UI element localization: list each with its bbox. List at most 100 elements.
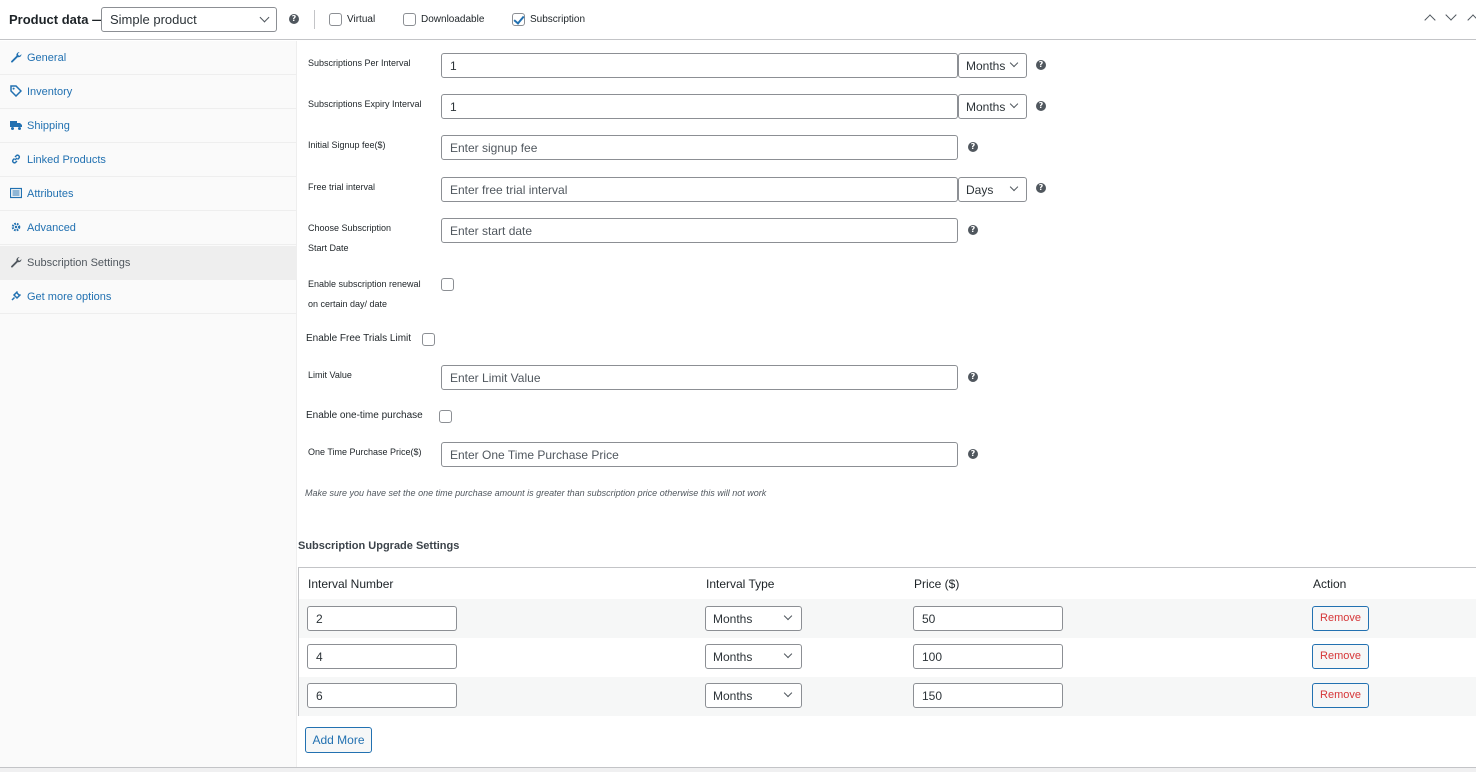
free-trial-unit-select[interactable]: Days — [958, 177, 1027, 202]
tab-general[interactable]: General — [0, 41, 296, 75]
product-data-header: Product data — Simple product ? Virtual … — [0, 0, 1476, 40]
chevron-down-icon — [1009, 182, 1019, 192]
remove-button[interactable]: Remove — [1312, 644, 1369, 669]
product-data-title: Product data — — [9, 12, 106, 27]
free-trials-limit-checkbox[interactable] — [422, 333, 435, 346]
header-divider — [314, 10, 315, 29]
renewal-label-line2: on certain day/ date — [308, 299, 388, 309]
help-icon[interactable]: ? — [1036, 101, 1046, 111]
help-icon[interactable]: ? — [1036, 183, 1046, 193]
list-icon — [10, 187, 22, 199]
interval-number-input[interactable]: 2 — [307, 606, 457, 631]
product-type-value: Simple product — [110, 12, 197, 27]
expiry-interval-label: Subscriptions Expiry Interval — [308, 99, 422, 109]
col-price: Price ($) — [914, 577, 960, 591]
chevron-down-icon — [259, 12, 270, 23]
help-icon[interactable]: ? — [1036, 60, 1046, 70]
price-input[interactable]: 100 — [913, 644, 1063, 669]
table-row: 4 Months 100 Remove — [299, 638, 1476, 677]
limit-value-label: Limit Value — [308, 370, 352, 380]
interval-type-select[interactable]: Months — [705, 644, 802, 669]
toggle-panel-icon[interactable] — [1467, 14, 1476, 26]
interval-type-value: Months — [713, 689, 753, 703]
renewal-label-line1: Enable subscription renewal — [308, 279, 421, 289]
interval-number-input[interactable]: 6 — [307, 683, 457, 708]
per-interval-unit-select[interactable]: Months — [958, 53, 1027, 78]
interval-type-select[interactable]: Months — [705, 683, 802, 708]
chevron-down-icon — [1009, 58, 1019, 68]
limit-value-input[interactable]: Enter Limit Value — [441, 365, 958, 390]
tab-linked-products[interactable]: Linked Products — [0, 143, 296, 177]
help-icon[interactable]: ? — [968, 225, 978, 235]
interval-type-value: Months — [713, 612, 753, 626]
tab-attributes-label: Attributes — [27, 188, 74, 200]
panel-bottom-border — [0, 767, 1476, 772]
one-time-price-label: One Time Purchase Price($) — [308, 447, 422, 457]
start-date-label-line2: Start Date — [308, 243, 349, 253]
renewal-checkbox[interactable] — [441, 278, 454, 291]
chevron-down-icon — [1009, 99, 1019, 109]
tab-subscription-settings[interactable]: Subscription Settings — [0, 246, 296, 280]
help-icon[interactable]: ? — [968, 372, 978, 382]
chevron-down-icon — [783, 611, 793, 621]
col-interval-type: Interval Type — [706, 577, 775, 591]
tab-subscription-settings-label: Subscription Settings — [27, 257, 131, 269]
product-type-select[interactable]: Simple product — [101, 7, 277, 32]
downloadable-checkbox[interactable] — [403, 13, 416, 26]
help-icon[interactable]: ? — [289, 14, 299, 24]
col-action: Action — [1313, 577, 1347, 591]
start-date-input[interactable]: Enter start date — [441, 218, 958, 243]
help-icon[interactable]: ? — [968, 142, 978, 152]
wrench-icon — [11, 52, 22, 63]
help-icon[interactable]: ? — [968, 449, 978, 459]
move-down-icon[interactable] — [1445, 9, 1457, 21]
one-time-purchase-checkbox[interactable] — [439, 410, 452, 423]
one-time-purchase-label: Enable one-time purchase — [306, 410, 423, 421]
tab-attributes[interactable]: Attributes — [0, 177, 296, 211]
truck-icon — [10, 121, 22, 130]
one-time-price-input[interactable]: Enter One Time Purchase Price — [441, 442, 958, 467]
add-more-button[interactable]: Add More — [305, 727, 372, 753]
free-trial-input[interactable]: Enter free trial interval — [441, 177, 958, 202]
interval-number-input[interactable]: 4 — [307, 644, 457, 669]
tab-advanced[interactable]: Advanced — [0, 211, 296, 245]
chevron-down-icon — [783, 688, 793, 698]
virtual-checkbox[interactable] — [329, 13, 342, 26]
tab-inventory[interactable]: Inventory — [0, 75, 296, 109]
signup-fee-input[interactable]: Enter signup fee — [441, 135, 958, 160]
per-interval-input[interactable]: 1 — [441, 53, 958, 78]
tab-linked-products-label: Linked Products — [27, 154, 106, 166]
wrench-icon — [11, 257, 22, 268]
expiry-unit-select[interactable]: Months — [958, 94, 1027, 119]
upgrade-settings-table: Interval Number Interval Type Price ($) … — [298, 567, 1476, 716]
interval-type-value: Months — [713, 650, 753, 664]
upgrade-settings-title: Subscription Upgrade Settings — [298, 540, 460, 552]
tab-advanced-label: Advanced — [27, 222, 76, 234]
table-row: 2 Months 50 Remove — [299, 599, 1476, 638]
expiry-unit-value: Months — [966, 100, 1006, 114]
tab-get-more-options[interactable]: Get more options — [0, 280, 296, 314]
price-input[interactable]: 50 — [913, 606, 1063, 631]
plugin-icon — [11, 290, 22, 301]
tab-get-more-options-label: Get more options — [27, 291, 112, 303]
table-row: 6 Months 150 Remove — [299, 677, 1476, 716]
col-interval-number: Interval Number — [308, 577, 394, 591]
free-trial-label: Free trial interval — [308, 182, 376, 192]
start-date-label-line1: Choose Subscription — [308, 223, 392, 233]
move-up-icon[interactable] — [1424, 14, 1436, 26]
tab-general-label: General — [27, 52, 67, 64]
price-input[interactable]: 150 — [913, 683, 1063, 708]
free-trials-limit-label: Enable Free Trials Limit — [306, 333, 412, 344]
per-interval-label: Subscriptions Per Interval — [308, 58, 411, 68]
link-icon — [12, 154, 20, 164]
remove-button[interactable]: Remove — [1312, 606, 1369, 631]
per-interval-unit-value: Months — [966, 59, 1006, 73]
expiry-interval-input[interactable]: 1 — [441, 94, 958, 119]
interval-type-select[interactable]: Months — [705, 606, 802, 631]
tag-icon — [10, 85, 22, 97]
subscription-checkbox[interactable] — [512, 13, 525, 26]
tab-shipping[interactable]: Shipping — [0, 109, 296, 143]
tab-inventory-label: Inventory — [27, 86, 73, 98]
remove-button[interactable]: Remove — [1312, 683, 1369, 708]
virtual-label: Virtual — [347, 14, 376, 25]
